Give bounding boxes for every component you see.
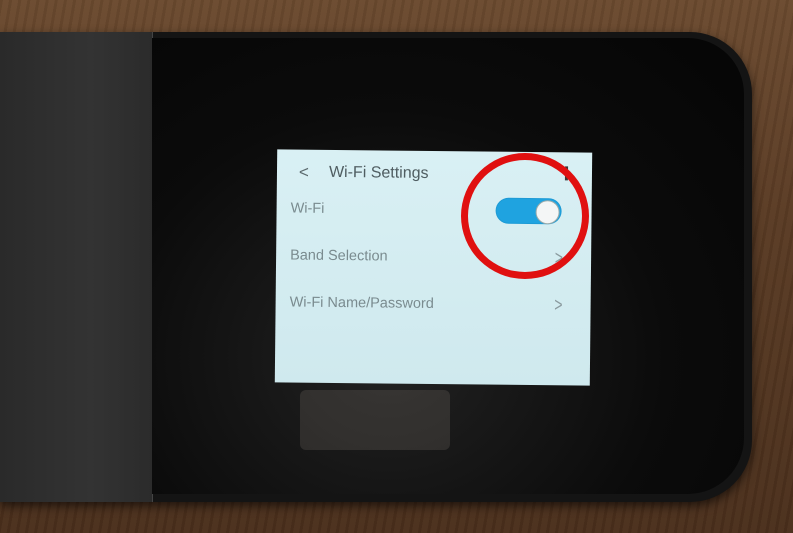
wifi-label: Wi-Fi xyxy=(290,200,325,217)
band-selection-label: Band Selection xyxy=(290,247,388,265)
red-highlight-circle xyxy=(461,153,589,279)
chevron-right-icon: > xyxy=(554,293,563,316)
device-side-panel xyxy=(0,32,153,502)
wifi-name-password-label: Wi-Fi Name/Password xyxy=(289,294,434,313)
page-title: Wi-Fi Settings xyxy=(328,163,429,182)
glass-reflection xyxy=(300,390,450,450)
back-chevron-icon[interactable]: < xyxy=(299,163,317,183)
screen-header: < Wi-Fi Settings xyxy=(299,161,429,186)
wifi-name-password-row[interactable]: Wi-Fi Name/Password > xyxy=(289,287,576,320)
